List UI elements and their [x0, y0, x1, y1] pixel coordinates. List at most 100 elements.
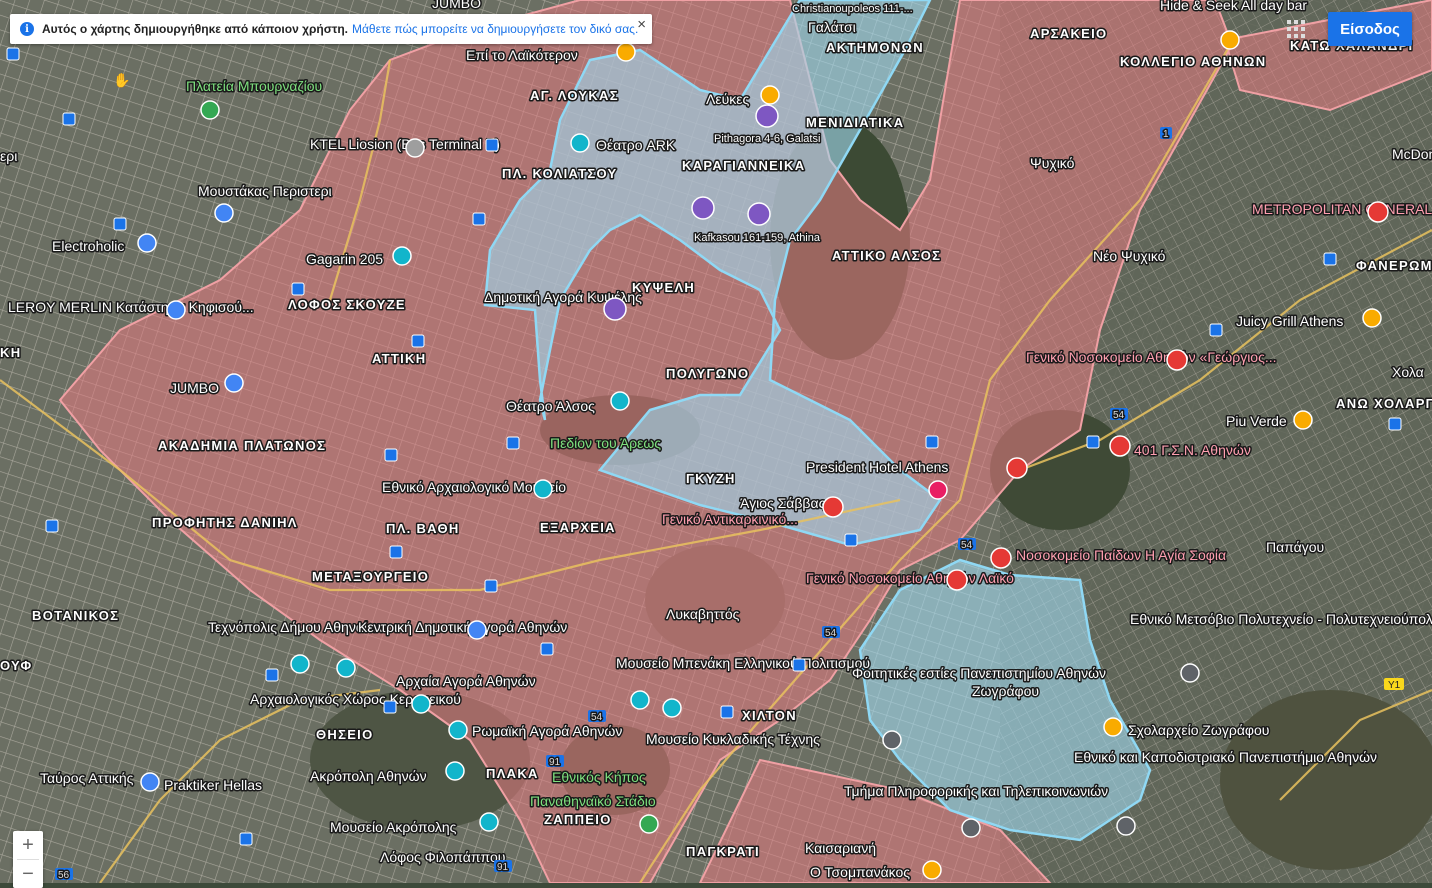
- metro-icon[interactable]: [6, 47, 20, 61]
- place-jumbo[interactable]: JUMBO: [169, 379, 221, 398]
- theater-pin-icon[interactable]: [392, 246, 412, 266]
- metro-icon[interactable]: [540, 642, 554, 656]
- metro-icon[interactable]: [45, 519, 59, 533]
- shopping-pin-icon[interactable]: [166, 300, 186, 320]
- place-tmima-pliroforikis[interactable]: Τμήμα Πληροφορικής και Τηλεπικοινωνιών: [843, 782, 1110, 801]
- antenna-icon[interactable]: [755, 104, 779, 128]
- signin-button[interactable]: Είσοδος: [1328, 12, 1412, 46]
- place-kentriki-agora[interactable]: Κεντρική Δημοτική Αγορά Αθηνών: [357, 618, 569, 637]
- metro-icon[interactable]: [720, 705, 734, 719]
- museum-pin-icon[interactable]: [411, 694, 431, 714]
- place-piu-verde[interactable]: Piu Verde: [1225, 412, 1289, 431]
- place-agios-savvas[interactable]: Άγιος Σάββας: [739, 494, 828, 513]
- close-icon[interactable]: ×: [637, 16, 646, 33]
- place-theatro-ark[interactable]: Θέατρο ARK: [595, 136, 678, 155]
- place-acropolis[interactable]: Ακρόπολη Αθηνών: [309, 767, 429, 786]
- university-pin-icon[interactable]: [1180, 663, 1200, 683]
- apps-grid-icon[interactable]: [1287, 20, 1305, 38]
- metro-icon[interactable]: [484, 579, 498, 593]
- metro-icon[interactable]: [1086, 435, 1100, 449]
- metro-icon[interactable]: [1388, 417, 1402, 431]
- place-theatro-alsos[interactable]: Θέατρο Άλσος: [505, 397, 597, 416]
- metro-icon[interactable]: [485, 138, 499, 152]
- place-lofos-filopappou[interactable]: Λόφος Φιλοπάππου: [379, 848, 507, 867]
- metro-icon[interactable]: [62, 112, 76, 126]
- bar-pin-icon[interactable]: [1220, 30, 1240, 50]
- metro-icon[interactable]: [844, 533, 858, 547]
- hospital-pin-icon[interactable]: [1166, 349, 1188, 371]
- museum-pin-icon[interactable]: [445, 761, 465, 781]
- place-scholarcheio[interactable]: Σχολαρχείο Ζωγράφου: [1127, 721, 1271, 740]
- place-kykladikis[interactable]: Μουσείο Κυκλαδικής Τέχνης: [645, 730, 822, 749]
- hotel-pin-icon[interactable]: [928, 480, 948, 500]
- restaurant-pin-icon[interactable]: [1362, 308, 1382, 328]
- metro-icon[interactable]: [1209, 323, 1223, 337]
- place-kapodistriako[interactable]: Εθνικό και Καποδιστριακό Πανεπιστήμιο Αθ…: [1073, 748, 1379, 767]
- place-pithagora[interactable]: Pithagora 4-6, Galatsi: [713, 132, 822, 147]
- place-geniko-laiko[interactable]: Γενικό Νοσοκομείο Αθηνών Λαϊκό: [805, 569, 1016, 588]
- antenna-icon[interactable]: [691, 196, 715, 220]
- place-gsn[interactable]: 401 Γ.Σ.Ν. Αθηνών: [1133, 441, 1253, 460]
- place-electroholic[interactable]: Electroholic: [51, 237, 126, 256]
- theater-pin-icon[interactable]: [610, 391, 630, 411]
- place-romaiki[interactable]: Ρωμαϊκή Αγορά Αθηνών: [471, 722, 624, 741]
- hospital-pin-icon[interactable]: [946, 569, 968, 591]
- place-georgios[interactable]: Γενικό Νοσοκομείο Αθηνών «Γεώργιος...: [1025, 348, 1279, 367]
- metro-icon[interactable]: [411, 334, 425, 348]
- antenna-icon[interactable]: [603, 297, 627, 321]
- hospital-pin-icon[interactable]: [990, 547, 1012, 569]
- place-epi-to-laikoteron[interactable]: Επί το Λαϊκότερον: [465, 46, 580, 65]
- museum-pin-icon[interactable]: [533, 479, 553, 499]
- place-tsompanakos[interactable]: Ο Τσομπανάκος: [809, 863, 912, 882]
- museum-pin-icon[interactable]: [630, 690, 650, 710]
- place-pedion-areos[interactable]: Πεδίον του Άρεως: [549, 434, 663, 453]
- place-polytechneio[interactable]: Εθνικό Μετσόβιο Πολυτεχνείο - Πολυτεχνει…: [1129, 610, 1432, 629]
- place-president[interactable]: President Hotel Athens: [805, 458, 950, 477]
- place-juicy[interactable]: Juicy Grill Athens: [1235, 312, 1345, 331]
- park-pin-icon[interactable]: [639, 814, 659, 834]
- bar-pin-icon[interactable]: [760, 85, 780, 105]
- metro-icon[interactable]: [383, 700, 397, 714]
- hospital-pin-icon[interactable]: [1367, 201, 1389, 223]
- metro-icon[interactable]: [384, 448, 398, 462]
- museum-pin-icon[interactable]: [448, 720, 468, 740]
- shopping-pin-icon[interactable]: [214, 203, 234, 223]
- metro-icon[interactable]: [265, 668, 279, 682]
- place-foititikes[interactable]: Φοιτητικές εστίες Πανεπιστημίου Αθηνών: [851, 664, 1108, 683]
- metro-icon[interactable]: [1323, 252, 1337, 266]
- university-pin-icon[interactable]: [961, 818, 981, 838]
- metro-icon[interactable]: [389, 545, 403, 559]
- shopping-pin-icon[interactable]: [137, 233, 157, 253]
- place-hide-seek[interactable]: Hide & Seek All day bar: [1159, 0, 1309, 15]
- place-paidon[interactable]: Νοσοκομείο Παίδων Η Αγία Σοφία: [1015, 546, 1228, 565]
- zoom-out-button[interactable]: −: [13, 860, 43, 888]
- place-leukes[interactable]: Λεύκες: [705, 90, 751, 109]
- place-panathinaiko[interactable]: Παναθηναϊκό Στάδιο: [529, 792, 658, 811]
- metro-icon[interactable]: [792, 658, 806, 672]
- antenna-icon[interactable]: [747, 202, 771, 226]
- museum-pin-icon[interactable]: [479, 812, 499, 832]
- place-ethnikos-kipos[interactable]: Εθνικός Κήπος: [551, 768, 648, 787]
- hospital-pin-icon[interactable]: [822, 496, 844, 518]
- map-canvas[interactable]: ΑΓ. ΛΟΥΚΑΣ ΠΛ. ΚΟΛΙΑΤΣΟΥ ΚΑΡΑΓΙΑΝΝΕΙΚΑ Μ…: [0, 0, 1432, 883]
- learn-more-link[interactable]: Μάθετε πώς μπορείτε να δημιουργήσετε τον…: [352, 22, 638, 36]
- metro-icon[interactable]: [506, 436, 520, 450]
- metro-icon[interactable]: [472, 212, 486, 226]
- place-mcdon[interactable]: McDon: [1391, 145, 1432, 164]
- place-antikarkiniko[interactable]: Γενικό Αντικαρκινικό...: [661, 510, 800, 529]
- place-christianoupoleos[interactable]: Christianoupoleos 111-...: [791, 2, 915, 17]
- park-pin-icon[interactable]: [200, 100, 220, 120]
- place-archaia-agora[interactable]: Αρχαία Αγορά Αθηνών: [395, 672, 538, 691]
- theater-pin-icon[interactable]: [570, 133, 590, 153]
- bus-pin-icon[interactable]: [405, 138, 425, 158]
- shopping-pin-icon[interactable]: [467, 620, 487, 640]
- place-jumbo-top[interactable]: JUMBO: [431, 0, 483, 13]
- place-plateia-mpournaziou[interactable]: Πλατεία Μπουρναζίου: [185, 77, 324, 96]
- place-gagarin[interactable]: Gagarin 205: [305, 250, 385, 269]
- hospital-pin-icon[interactable]: [1109, 435, 1131, 457]
- place-benaki[interactable]: Μουσείο Μπενάκη Ελληνικού Πολιτισμού: [615, 654, 872, 673]
- place-praktiker[interactable]: Praktiker Hellas: [163, 776, 264, 795]
- zoom-in-button[interactable]: +: [13, 831, 43, 859]
- restaurant-pin-icon[interactable]: [922, 860, 942, 880]
- museum-pin-icon[interactable]: [290, 654, 310, 674]
